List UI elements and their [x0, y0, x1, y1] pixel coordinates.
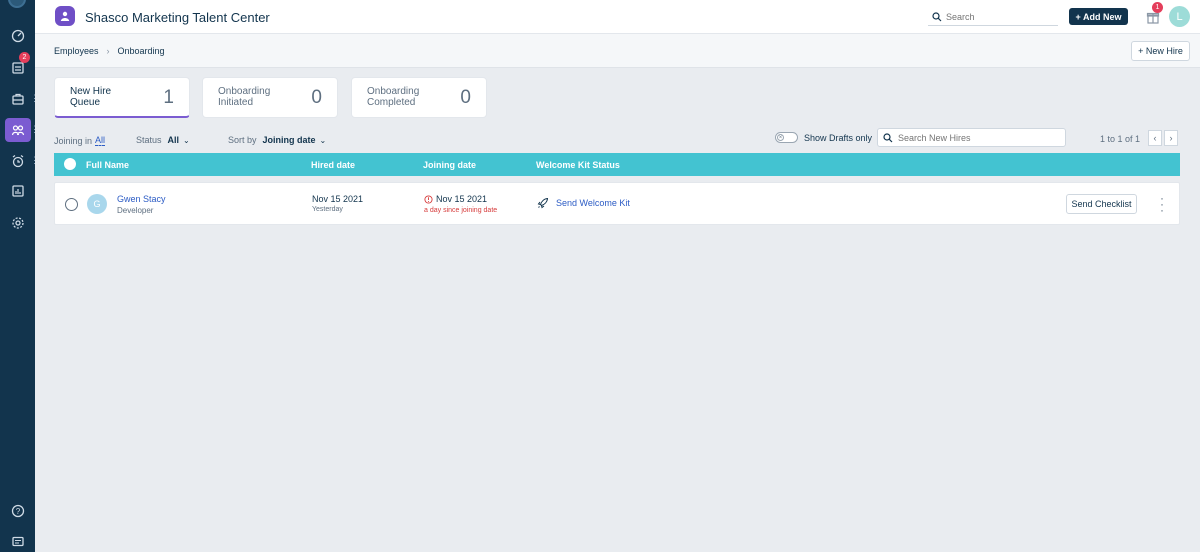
user-avatar[interactable]: L — [1169, 6, 1190, 27]
sort-filter[interactable]: Sort by Joining date ⌄ — [228, 135, 326, 145]
sort-filter-label: Sort by — [228, 135, 257, 145]
tasks-badge: 2 — [19, 52, 30, 63]
card-label: Onboarding Completed — [367, 86, 420, 108]
app-title: Shasco Marketing Talent Center — [85, 10, 270, 25]
joining-filter[interactable]: Joining in All — [54, 135, 106, 146]
left-nav-rail: 2 ⋮ ⋮ ⋮ ? — [0, 0, 39, 552]
avatar: G — [87, 194, 107, 214]
status-filter-value[interactable]: All — [168, 135, 180, 145]
pagination-text: 1 to 1 of 1 — [1100, 134, 1141, 144]
card-new-hire-queue[interactable]: New Hire Queue 1 — [54, 77, 190, 118]
joining-date: Nov 15 2021 — [436, 194, 488, 204]
joining-filter-value[interactable]: All — [95, 135, 106, 146]
chevron-left-icon: ‹ — [1153, 133, 1157, 143]
tasks-icon — [11, 62, 24, 74]
card-onboarding-initiated[interactable]: Onboarding Initiated 0 — [202, 77, 338, 118]
column-header-full-name[interactable]: Full Name — [86, 160, 129, 170]
next-page-button[interactable]: › — [1164, 130, 1178, 146]
new-hire-button[interactable]: + New Hire — [1131, 41, 1190, 61]
toggle-knob-icon: × — [777, 134, 784, 141]
card-onboarding-completed[interactable]: Onboarding Completed 0 — [351, 77, 487, 118]
card-label: Onboarding Initiated — [218, 86, 271, 108]
rail-more-dots: ⋮ — [30, 93, 39, 103]
card-count: 1 — [163, 87, 174, 108]
chat-icon — [11, 536, 24, 547]
status-filter[interactable]: Status All ⌄ — [136, 135, 190, 145]
rail-logo-icon[interactable] — [8, 0, 26, 8]
joining-filter-label: Joining in — [54, 135, 93, 146]
employee-role: Developer — [117, 206, 154, 215]
send-checklist-button[interactable]: Send Checklist — [1066, 194, 1137, 214]
new-hires-search-input[interactable] — [898, 132, 1058, 143]
column-header-joining-date[interactable]: Joining date — [423, 160, 476, 170]
joining-date-cell: Nov 15 2021 — [424, 194, 487, 204]
svg-text:?: ? — [15, 507, 20, 516]
employee-name-link[interactable]: Gwen Stacy — [117, 194, 166, 204]
chevron-down-icon: ⌄ — [319, 135, 327, 145]
drafts-toggle[interactable]: × — [775, 132, 798, 143]
drafts-toggle-label: Show Drafts only — [804, 133, 873, 143]
new-hires-search[interactable] — [877, 128, 1066, 147]
breadcrumb-onboarding: Onboarding — [117, 46, 165, 56]
settings-nav-item[interactable] — [0, 209, 35, 237]
search-icon — [932, 11, 942, 21]
rocket-icon — [537, 197, 549, 209]
gift-badge: 1 — [1152, 2, 1163, 13]
chat-nav-item[interactable] — [0, 528, 35, 552]
chevron-down-icon: ⌄ — [183, 135, 190, 145]
add-new-button[interactable]: + Add New — [1069, 8, 1128, 25]
hired-date: Nov 15 2021 — [312, 194, 364, 204]
hired-relative: Yesterday — [312, 206, 343, 213]
alert-circle-icon — [424, 194, 433, 204]
onboarding-icon — [11, 125, 24, 136]
brand-logo-icon[interactable] — [55, 6, 75, 26]
send-welcome-kit-link[interactable]: Send Welcome Kit — [537, 197, 630, 209]
briefcase-icon — [11, 93, 24, 105]
status-filter-label: Status — [136, 135, 162, 145]
global-search-input[interactable] — [946, 11, 1046, 22]
dashboard-nav-item[interactable] — [0, 22, 35, 50]
rail-more-dots: ⋮ — [30, 124, 39, 134]
speedometer-icon — [11, 29, 24, 43]
rail-more-dots: ⋮ — [30, 155, 39, 165]
row-select-radio[interactable] — [65, 198, 78, 211]
global-search[interactable] — [928, 8, 1058, 26]
card-label: New Hire Queue — [70, 86, 112, 108]
breadcrumb-employees[interactable]: Employees — [54, 46, 99, 56]
search-icon — [883, 132, 893, 142]
help-icon: ? — [11, 504, 24, 518]
top-header: Shasco Marketing Talent Center + Add New… — [35, 0, 1200, 34]
sort-filter-value[interactable]: Joining date — [263, 135, 316, 145]
prev-page-button[interactable]: ‹ — [1148, 130, 1162, 146]
more-options-icon[interactable]: · · · — [1157, 192, 1167, 216]
column-header-welcome-kit[interactable]: Welcome Kit Status — [536, 160, 620, 170]
column-header-hired-date[interactable]: Hired date — [311, 160, 355, 170]
chevron-right-icon: › — [1169, 133, 1173, 143]
table-header: Full Name Hired date Joining date Welcom… — [54, 153, 1180, 176]
chevron-right-icon: › — [106, 46, 110, 56]
help-nav-item[interactable]: ? — [0, 497, 35, 525]
card-count: 0 — [311, 87, 322, 108]
breadcrumb: Employees › Onboarding — [54, 46, 165, 56]
alarm-icon — [12, 155, 23, 168]
card-count: 0 — [460, 87, 471, 108]
joining-note: a day since joining date — [424, 207, 498, 214]
welcome-kit-label: Send Welcome Kit — [556, 198, 630, 208]
select-all-checkbox[interactable] — [64, 158, 76, 170]
breadcrumb-bar: Employees › Onboarding + New Hire — [35, 34, 1200, 68]
settings-icon — [11, 217, 24, 229]
reports-icon — [11, 185, 24, 197]
reports-nav-item[interactable] — [0, 177, 35, 205]
table-row[interactable]: G Gwen Stacy Developer Nov 15 2021 Yeste… — [54, 182, 1180, 225]
